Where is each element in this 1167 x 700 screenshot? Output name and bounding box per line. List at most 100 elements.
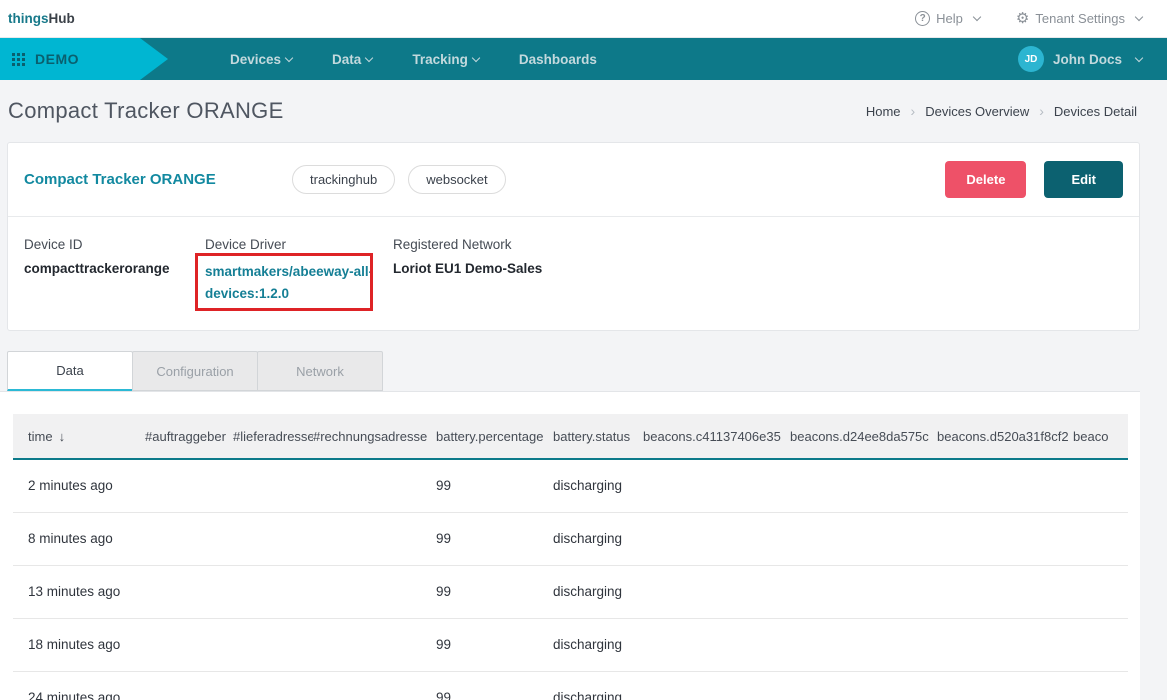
page-content: Compact Tracker ORANGE trackinghub webso… bbox=[7, 142, 1140, 391]
thingshub-logo[interactable]: thingsHub bbox=[8, 11, 75, 26]
cell-battery-status: discharging bbox=[553, 671, 643, 700]
column-header-rechnungsadresse[interactable]: #rechnungsadresse bbox=[313, 414, 436, 459]
help-menu[interactable]: Help bbox=[915, 11, 980, 26]
tab-network[interactable]: Network bbox=[257, 351, 383, 391]
gear-icon bbox=[1016, 11, 1029, 26]
cell-beacon2 bbox=[790, 565, 937, 618]
column-header-lieferadresse[interactable]: #lieferadresse bbox=[233, 414, 313, 459]
tenant-switcher[interactable]: DEMO bbox=[0, 38, 168, 80]
cell-battery-status: discharging bbox=[553, 565, 643, 618]
cell-lieferadresse bbox=[233, 565, 313, 618]
cell-beacon3 bbox=[937, 512, 1073, 565]
table-header-row: time #auftraggeber #lieferadresse #rechn… bbox=[13, 414, 1128, 459]
device-data-table: time #auftraggeber #lieferadresse #rechn… bbox=[13, 414, 1128, 700]
chevron-down-icon bbox=[1135, 13, 1143, 21]
cell-battery-percentage: 99 bbox=[436, 512, 553, 565]
breadcrumb-devices-overview[interactable]: Devices Overview bbox=[925, 104, 1029, 119]
detail-tabs: Data Configuration Network bbox=[7, 351, 1140, 391]
device-id-label: Device ID bbox=[24, 237, 205, 252]
table-row[interactable]: 2 minutes ago 99 discharging bbox=[13, 459, 1128, 512]
topbar-right: Help Tenant Settings bbox=[915, 11, 1142, 26]
registered-network-value: Loriot EU1 Demo-Sales bbox=[393, 261, 542, 276]
user-name: John Docs bbox=[1053, 52, 1122, 67]
page-title: Compact Tracker ORANGE bbox=[8, 98, 284, 124]
table-body: 2 minutes ago 99 discharging 8 minutes a… bbox=[13, 459, 1128, 700]
chevron-down-icon bbox=[285, 53, 293, 61]
device-driver-wrap: smartmakers/abeeway-all-devices:1.2.0 bbox=[205, 261, 393, 304]
logo-part-hub: Hub bbox=[49, 11, 75, 26]
cell-beacon4 bbox=[1073, 565, 1128, 618]
column-time-label: time bbox=[28, 429, 53, 444]
chevron-down-icon bbox=[472, 53, 480, 61]
cell-beacon3 bbox=[937, 618, 1073, 671]
nav-menus: Devices Data Tracking Dashboards bbox=[210, 38, 617, 80]
logo-part-things: things bbox=[8, 11, 49, 26]
cell-beacon1 bbox=[643, 618, 790, 671]
tab-configuration[interactable]: Configuration bbox=[132, 351, 258, 391]
breadcrumb-separator: › bbox=[911, 103, 916, 119]
main-nav-bar: DEMO Devices Data Tracking Dashboards JD… bbox=[0, 38, 1167, 80]
chevron-down-icon bbox=[973, 13, 981, 21]
cell-rechnungsadresse bbox=[313, 512, 436, 565]
cell-auftraggeber bbox=[145, 565, 233, 618]
cell-battery-status: discharging bbox=[553, 459, 643, 512]
cell-time: 18 minutes ago bbox=[13, 618, 145, 671]
chevron-down-icon bbox=[1135, 53, 1143, 61]
tab-data[interactable]: Data bbox=[7, 351, 133, 391]
cell-beacon4 bbox=[1073, 671, 1128, 700]
cell-lieferadresse bbox=[233, 512, 313, 565]
cell-battery-status: discharging bbox=[553, 512, 643, 565]
cell-beacon2 bbox=[790, 459, 937, 512]
user-menu[interactable]: JD John Docs bbox=[1018, 46, 1167, 72]
data-table-container[interactable]: time #auftraggeber #lieferadresse #rechn… bbox=[13, 414, 1128, 700]
cell-rechnungsadresse bbox=[313, 618, 436, 671]
cell-beacon1 bbox=[643, 565, 790, 618]
nav-item-dashboards[interactable]: Dashboards bbox=[499, 38, 617, 80]
column-header-beacon-d24ee8da575c[interactable]: beacons.d24ee8da575c bbox=[790, 414, 937, 459]
cell-auftraggeber bbox=[145, 671, 233, 700]
nav-item-data[interactable]: Data bbox=[312, 38, 392, 80]
delete-button[interactable]: Delete bbox=[945, 161, 1026, 198]
table-row[interactable]: 8 minutes ago 99 discharging bbox=[13, 512, 1128, 565]
nav-data-label: Data bbox=[332, 52, 361, 67]
cell-beacon2 bbox=[790, 512, 937, 565]
cell-battery-percentage: 99 bbox=[436, 618, 553, 671]
cell-beacon3 bbox=[937, 565, 1073, 618]
cell-auftraggeber bbox=[145, 459, 233, 512]
device-name: Compact Tracker ORANGE bbox=[24, 171, 292, 188]
data-tab-panel: time #auftraggeber #lieferadresse #rechn… bbox=[0, 391, 1140, 700]
tenant-name: DEMO bbox=[35, 51, 79, 67]
table-row[interactable]: 13 minutes ago 99 discharging bbox=[13, 565, 1128, 618]
nav-item-devices[interactable]: Devices bbox=[210, 38, 312, 80]
breadcrumb-separator: › bbox=[1039, 103, 1044, 119]
table-row[interactable]: 18 minutes ago 99 discharging bbox=[13, 618, 1128, 671]
column-header-time[interactable]: time bbox=[13, 414, 145, 459]
tag-websocket[interactable]: websocket bbox=[408, 165, 505, 194]
tag-trackinghub[interactable]: trackinghub bbox=[292, 165, 395, 194]
cell-beacon1 bbox=[643, 459, 790, 512]
cell-beacon2 bbox=[790, 618, 937, 671]
device-driver-link[interactable]: smartmakers/abeeway-all-devices:1.2.0 bbox=[205, 261, 375, 304]
column-header-beacon-d520a31f8cf2[interactable]: beacons.d520a31f8cf2 bbox=[937, 414, 1073, 459]
column-header-beacon-c41137406e35[interactable]: beacons.c41137406e35 bbox=[643, 414, 790, 459]
column-header-beacon-cutoff[interactable]: beaco bbox=[1073, 414, 1128, 459]
device-card-body: Device ID compacttrackerorange Device Dr… bbox=[8, 217, 1139, 330]
cell-beacon3 bbox=[937, 671, 1073, 700]
cell-battery-percentage: 99 bbox=[436, 565, 553, 618]
nav-item-tracking[interactable]: Tracking bbox=[392, 38, 499, 80]
cell-rechnungsadresse bbox=[313, 565, 436, 618]
device-id-field: Device ID compacttrackerorange bbox=[24, 237, 205, 304]
device-summary-card: Compact Tracker ORANGE trackinghub webso… bbox=[7, 142, 1140, 331]
column-header-battery-percentage[interactable]: battery.percentage bbox=[436, 414, 553, 459]
column-header-auftraggeber[interactable]: #auftraggeber bbox=[145, 414, 233, 459]
cell-beacon4 bbox=[1073, 512, 1128, 565]
nav-tracking-label: Tracking bbox=[412, 52, 468, 67]
breadcrumb-home[interactable]: Home bbox=[866, 104, 901, 119]
cell-rechnungsadresse bbox=[313, 459, 436, 512]
cell-rechnungsadresse bbox=[313, 671, 436, 700]
cell-beacon4 bbox=[1073, 459, 1128, 512]
table-row[interactable]: 24 minutes ago 99 discharging bbox=[13, 671, 1128, 700]
tenant-settings-menu[interactable]: Tenant Settings bbox=[1016, 11, 1142, 26]
edit-button[interactable]: Edit bbox=[1044, 161, 1123, 198]
column-header-battery-status[interactable]: battery.status bbox=[553, 414, 643, 459]
